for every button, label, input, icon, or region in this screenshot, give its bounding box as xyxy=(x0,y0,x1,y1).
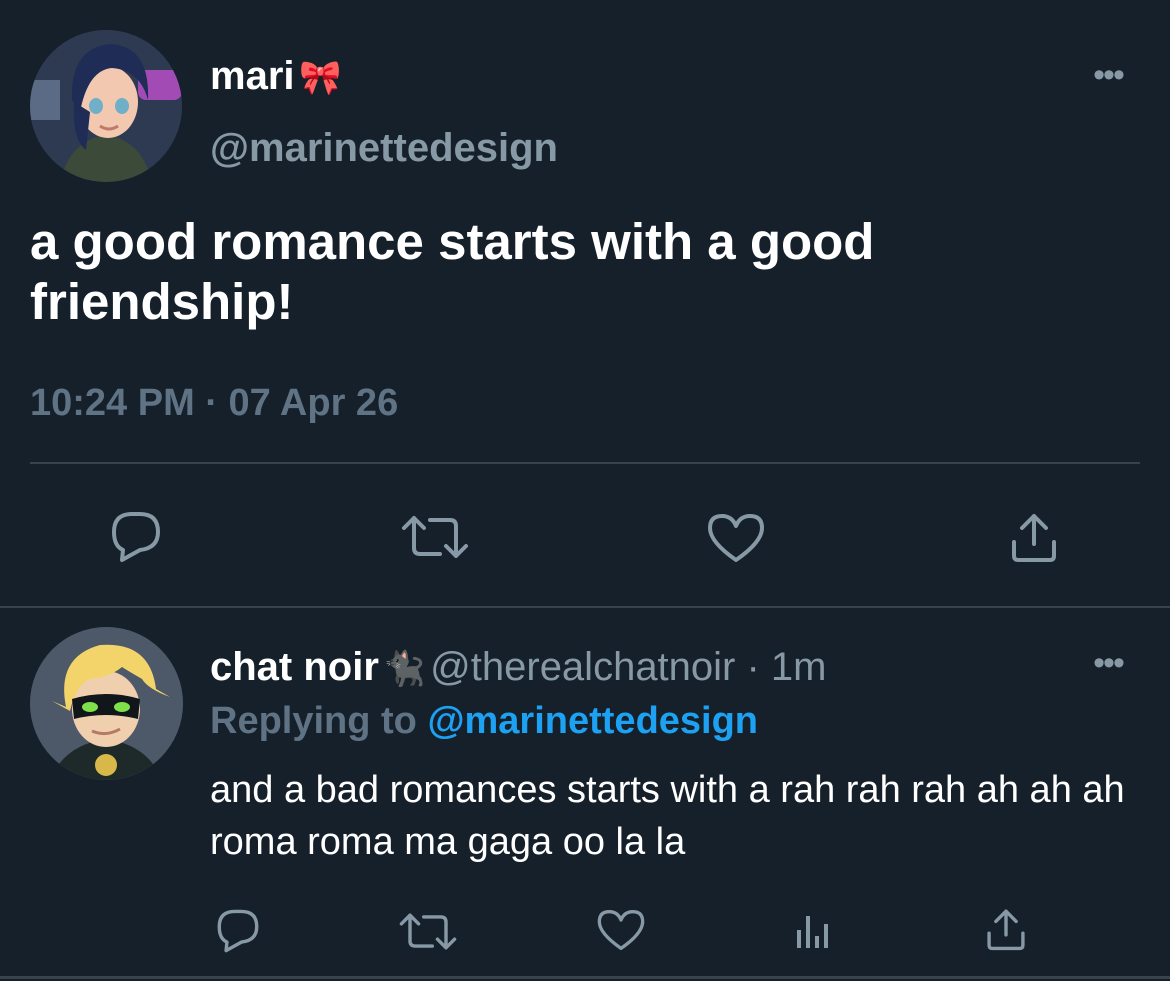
heart-icon xyxy=(597,910,645,950)
retweet-button[interactable] xyxy=(400,512,470,562)
like-button[interactable] xyxy=(596,908,646,952)
divider xyxy=(0,976,1170,979)
mention-link[interactable]: @marinettedesign xyxy=(427,700,758,742)
reply-icon xyxy=(217,909,259,953)
main-tweet-author[interactable]: mari 🎀 xyxy=(210,52,341,109)
main-tweet-avatar[interactable] xyxy=(30,30,182,182)
reply-button[interactable] xyxy=(108,510,164,564)
heart-icon xyxy=(708,514,764,562)
avatar-illustration xyxy=(30,30,182,182)
retweet-icon xyxy=(399,913,457,950)
share-button[interactable] xyxy=(1008,510,1060,564)
author-handle[interactable]: @therealchatnoir xyxy=(430,645,735,689)
more-options-icon[interactable]: ••• xyxy=(1088,646,1128,680)
separator: · xyxy=(735,645,771,689)
analytics-button[interactable] xyxy=(793,910,833,950)
replying-to: Replying to @marinettedesign xyxy=(210,697,758,745)
author-handle[interactable]: @marinettedesign xyxy=(210,124,558,172)
display-name[interactable]: mari xyxy=(210,54,295,98)
more-options-icon[interactable]: ••• xyxy=(1088,58,1128,92)
reply-icon xyxy=(112,512,160,562)
black-cat-emoji: 🐈‍⬛ xyxy=(383,650,426,688)
ribbon-emoji: 🎀 xyxy=(298,59,342,97)
share-icon xyxy=(1012,514,1056,562)
reply-tweet-header: chat noir 🐈‍⬛ @therealchatnoir · 1m xyxy=(210,643,827,700)
display-name[interactable]: chat noir xyxy=(210,645,379,689)
retweet-button[interactable] xyxy=(398,910,458,953)
replying-prefix: Replying to xyxy=(210,700,428,742)
analytics-icon xyxy=(797,916,828,948)
avatar-illustration xyxy=(30,627,183,780)
reply-tweet-avatar[interactable] xyxy=(30,627,183,780)
time-ago[interactable]: 1m xyxy=(771,645,827,689)
tweet-text: a good romance starts with a good friend… xyxy=(30,213,875,330)
divider xyxy=(30,462,1140,464)
share-icon xyxy=(987,909,1025,951)
share-button[interactable] xyxy=(984,906,1028,952)
divider xyxy=(0,606,1170,608)
like-button[interactable] xyxy=(706,512,766,564)
reply-button[interactable] xyxy=(214,908,262,954)
reply-text: and a bad romances starts with a rah rah… xyxy=(210,769,1125,863)
tweet-timestamp[interactable]: 10:24 PM · 07 Apr 26 xyxy=(30,380,398,426)
retweet-icon xyxy=(402,516,468,558)
